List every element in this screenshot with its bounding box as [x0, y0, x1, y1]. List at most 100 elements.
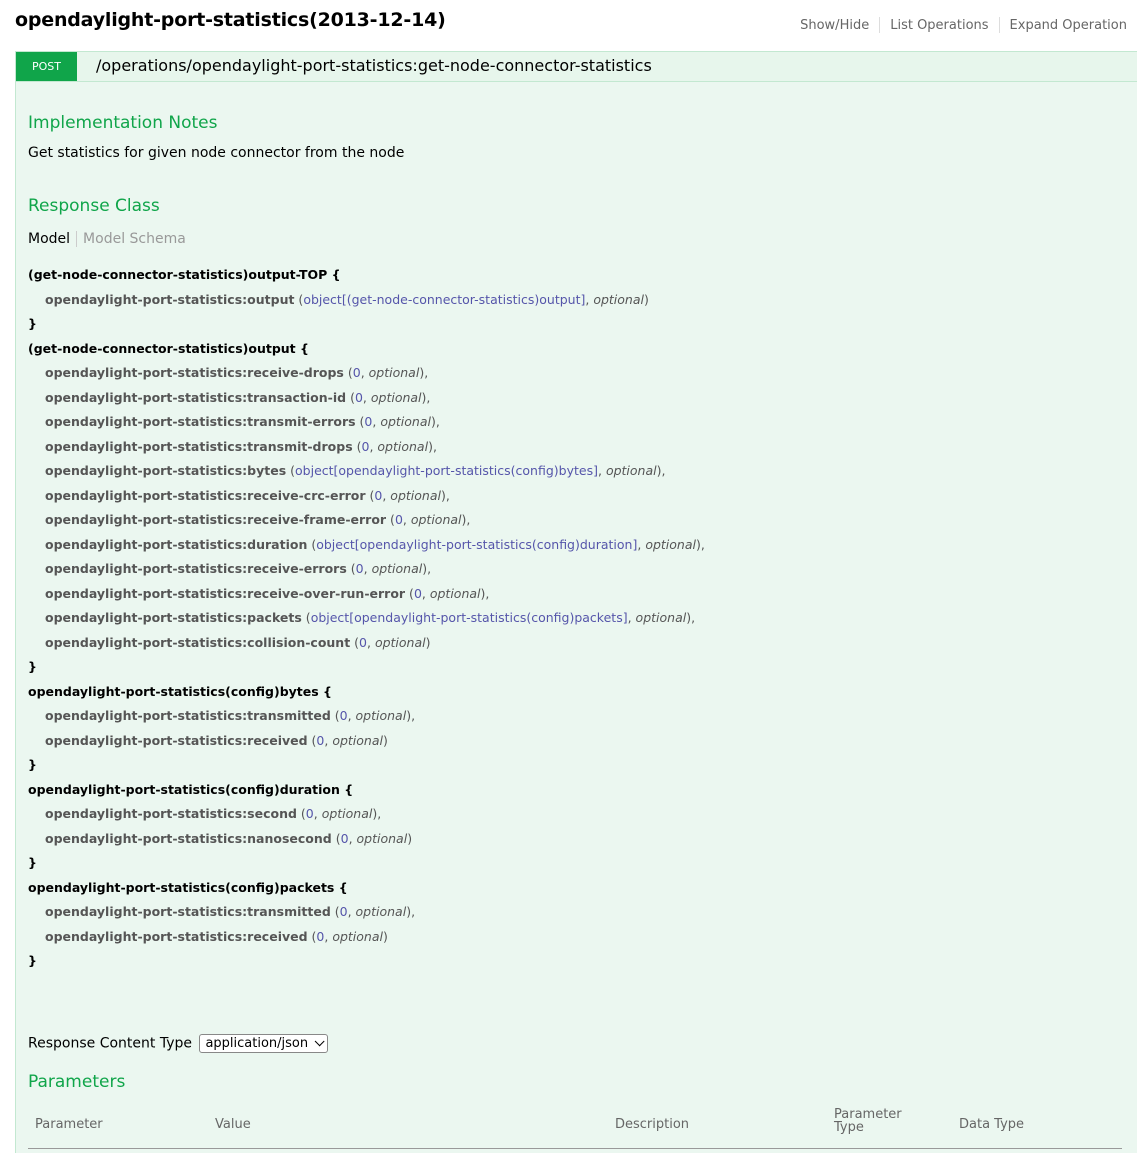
response-content-type: Response Content Type application/json [28, 1034, 329, 1053]
property-optional: optional [635, 610, 687, 625]
property-optional: optional [645, 536, 696, 552]
model-property: opendaylight-port-statistics:transmitted… [45, 708, 416, 723]
property-trail: ) [643, 291, 649, 307]
expand-operation-link[interactable]: Expand Operation [1000, 18, 1137, 33]
model-declaration: (get-node-connector-statistics)output-TO… [28, 267, 341, 282]
property-type: 0 [361, 438, 370, 454]
property-trail: ) [383, 732, 388, 748]
property-name: opendaylight-port-statistics:receive-crc… [45, 487, 366, 503]
property-type: 0 [374, 487, 383, 503]
property-name: opendaylight-port-statistics:received [45, 732, 308, 748]
model-property: opendaylight-port-statistics:received (0… [45, 928, 388, 944]
model-declaration: } [28, 659, 37, 674]
model-property: opendaylight-port-statistics:second (0, … [45, 806, 382, 821]
api-header: opendaylight-port-statistics(2013-12-14)… [0, 0, 1137, 50]
property-name: opendaylight-port-statistics:transaction… [45, 389, 347, 405]
model-property: opendaylight-port-statistics:receive-ove… [45, 585, 490, 601]
content-type-select[interactable]: application/json [199, 1034, 329, 1053]
property-type: 0 [359, 634, 367, 650]
response-class-heading: Response Class [28, 196, 160, 216]
col-parameter-type: Parameter Type [834, 1108, 902, 1134]
property-type: object[opendaylight-port-statistics(conf… [310, 610, 628, 625]
property-type: object[opendaylight-port-statistics(conf… [316, 536, 638, 552]
property-trail: ), [440, 487, 450, 503]
content-type-value: application/json [205, 1036, 309, 1051]
list-operations-link[interactable]: List Operations [880, 18, 998, 33]
property-trail: ), [686, 610, 696, 625]
property-name: opendaylight-port-statistics:transmitted [45, 904, 331, 919]
model-tabs: Model Model Schema [28, 231, 186, 247]
api-title[interactable]: opendaylight-port-statistics(2013-12-14) [15, 9, 446, 31]
operation-heading[interactable]: POST /operations/opendaylight-port-stati… [15, 51, 1137, 82]
col-value: Value [215, 1117, 251, 1132]
property-optional: optional [605, 463, 657, 478]
property-trail: ), [461, 512, 471, 527]
property-name: opendaylight-port-statistics:bytes [45, 463, 287, 478]
property-name: opendaylight-port-statistics:transmit-er… [45, 414, 356, 429]
property-trail: ), [656, 463, 666, 478]
property-name: opendaylight-port-statistics:receive-fra… [45, 512, 387, 527]
property-trail: ), [406, 708, 416, 723]
property-trail: ), [428, 438, 437, 454]
property-type: 0 [316, 732, 325, 748]
property-optional: optional [332, 732, 383, 748]
model-property: opendaylight-port-statistics:transmitted… [45, 904, 416, 919]
property-trail: ) [383, 928, 388, 944]
model-declaration: } [28, 316, 37, 331]
property-trail: ), [695, 536, 705, 552]
property-type: 0 [339, 708, 348, 723]
property-name: opendaylight-port-statistics:packets [45, 610, 302, 625]
model-declaration: (get-node-connector-statistics)output { [28, 340, 309, 356]
col-data-type: Data Type [959, 1117, 1025, 1132]
model-property: opendaylight-port-statistics:transmit-er… [45, 414, 440, 429]
property-name: opendaylight-port-statistics:received [45, 928, 308, 944]
model-declaration: } [28, 855, 37, 870]
property-trail: ), [430, 414, 440, 429]
property-type: 0 [340, 830, 349, 846]
parameters-table-header: Parameter Value Description Parameter Ty… [28, 1106, 1122, 1149]
parameters-heading: Parameters [28, 1072, 126, 1092]
property-optional: optional [355, 708, 407, 723]
property-optional: optional [368, 365, 420, 380]
chevron-down-icon [314, 1036, 325, 1047]
show-hide-link[interactable]: Show/Hide [790, 18, 879, 33]
model-declaration: } [28, 757, 37, 772]
property-optional: optional [377, 438, 429, 454]
model-property: opendaylight-port-statistics:receive-fra… [45, 512, 471, 527]
tab-model[interactable]: Model [28, 231, 70, 247]
model-declaration: opendaylight-port-statistics(config)pack… [28, 879, 348, 895]
property-trail: ) [425, 634, 431, 650]
property-optional: optional [410, 512, 462, 527]
property-optional: optional [370, 389, 422, 405]
property-type: 0 [364, 414, 373, 429]
property-type: 0 [354, 389, 363, 405]
property-optional: optional [355, 904, 407, 919]
property-name: opendaylight-port-statistics:collision-c… [45, 634, 351, 650]
col-parameter-type-line2: Type [834, 1120, 864, 1135]
property-name: opendaylight-port-statistics:nanosecond [45, 830, 332, 846]
model-property: opendaylight-port-statistics:transaction… [45, 389, 431, 405]
property-optional: optional [380, 414, 431, 429]
http-method-badge[interactable]: POST [16, 52, 77, 81]
model-property: opendaylight-port-statistics:nanosecond … [45, 830, 413, 846]
property-type: 0 [413, 585, 422, 601]
property-optional: optional [371, 561, 423, 576]
property-name: opendaylight-port-statistics:receive-err… [45, 561, 347, 576]
property-trail: ), [406, 904, 416, 919]
property-trail: ), [422, 561, 432, 576]
operation-path[interactable]: /operations/opendaylight-port-statistics… [96, 56, 652, 75]
model-property: opendaylight-port-statistics:collision-c… [45, 634, 431, 650]
tab-model-schema[interactable]: Model Schema [83, 231, 186, 247]
operation-content: Implementation Notes Get statistics for … [15, 82, 1137, 1153]
col-parameter: Parameter [35, 1117, 103, 1132]
model-signature: (get-node-connector-statistics)output-TO… [28, 263, 705, 974]
property-type: object[opendaylight-port-statistics(conf… [295, 463, 598, 478]
property-type: 0 [352, 365, 361, 380]
model-property: opendaylight-port-statistics:bytes (obje… [45, 463, 666, 478]
property-name: opendaylight-port-statistics:duration [45, 536, 308, 552]
property-trail: ), [480, 585, 490, 601]
property-optional: optional [390, 487, 441, 503]
property-name: opendaylight-port-statistics:transmit-dr… [45, 438, 353, 454]
top-links: Show/Hide List Operations Expand Operation [790, 17, 1137, 33]
property-trail: ), [372, 806, 382, 821]
